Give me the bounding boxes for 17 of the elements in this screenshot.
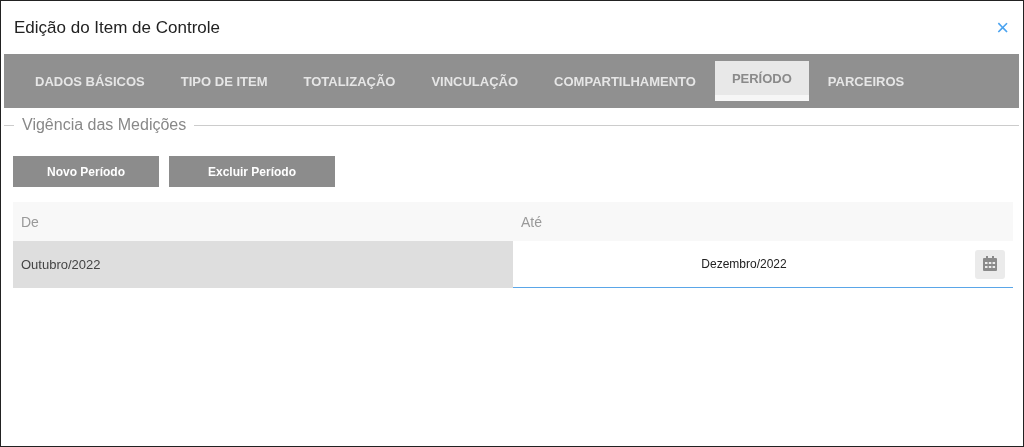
column-header: Até xyxy=(520,213,543,230)
tab[interactable]: VINCULAÇÃO xyxy=(414,61,536,101)
column-header: De xyxy=(20,213,40,230)
tab[interactable]: PARCEIROS xyxy=(810,61,922,101)
tab[interactable]: TIPO DE ITEM xyxy=(163,61,285,101)
action-button[interactable]: Excluir Período xyxy=(169,156,335,187)
table-cell: Outubro/2022 xyxy=(13,241,513,288)
window-title: Edição do Item de Controle xyxy=(14,17,220,38)
close-button[interactable]: × xyxy=(992,14,1013,41)
tab[interactable]: TOTALIZAÇÃO xyxy=(286,61,413,101)
tab[interactable]: COMPARTILHAMENTO xyxy=(537,61,713,101)
tab[interactable]: DADOS BÁSICOS xyxy=(18,61,162,101)
action-button[interactable]: Novo Período xyxy=(13,156,159,187)
calendar-icon[interactable] xyxy=(975,249,1005,279)
tab[interactable]: PERÍODO xyxy=(714,61,809,101)
date-field[interactable]: Dezembro/2022 xyxy=(513,256,975,272)
section-legend: Vigência das Medições xyxy=(14,116,195,134)
